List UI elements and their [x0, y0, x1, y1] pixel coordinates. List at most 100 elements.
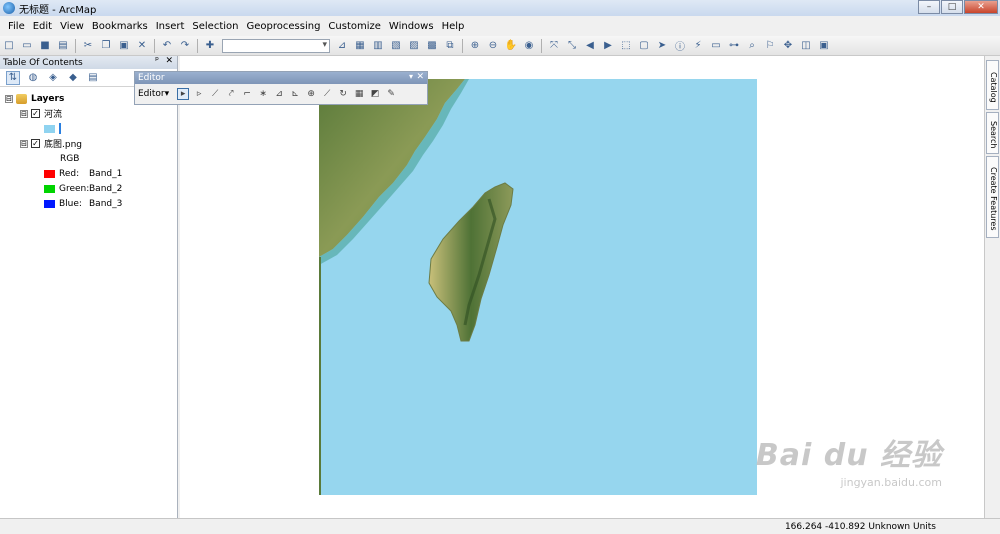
menu-help[interactable]: Help	[442, 21, 465, 32]
identify-icon[interactable]: ⓘ	[673, 39, 687, 53]
straight-segment-icon[interactable]: ⟋	[209, 88, 221, 100]
menu-file[interactable]: File	[8, 21, 25, 32]
editor-toolbar-icon[interactable]: ⊿	[335, 39, 349, 53]
layer-row-river[interactable]: ⊟ ✓ 河流	[0, 106, 177, 121]
map-frame[interactable]	[319, 79, 757, 495]
list-by-visibility-icon[interactable]: ◈	[46, 71, 60, 85]
viewer-window-icon[interactable]: ▣	[817, 39, 831, 53]
find-icon[interactable]: ⌕	[745, 39, 759, 53]
cut-icon[interactable]: ✂	[81, 39, 95, 53]
full-extent-icon[interactable]: ◉	[522, 39, 536, 53]
paste-icon[interactable]: ▣	[117, 39, 131, 53]
arctoolbox-icon[interactable]: ▨	[407, 39, 421, 53]
zoom-out-icon[interactable]: ⊖	[486, 39, 500, 53]
title-bar: 无标题 - ArcMap – □ ✕	[0, 0, 1000, 16]
go-to-xy-icon[interactable]: ✥	[781, 39, 795, 53]
cut-polygons-icon[interactable]: ⊕	[305, 88, 317, 100]
blue-band-swatch	[44, 199, 55, 208]
measure-icon[interactable]: ⊶	[727, 39, 741, 53]
pin-icon[interactable]: ᵖ	[155, 56, 159, 66]
zoom-in-icon[interactable]: ⊕	[468, 39, 482, 53]
collapse-icon[interactable]: ⊟	[20, 139, 28, 148]
save-icon[interactable]: ■	[38, 39, 52, 53]
list-by-drawing-order-icon[interactable]: ⇅	[6, 70, 20, 85]
construction-tools-icon[interactable]: ⌐	[241, 88, 253, 100]
open-icon[interactable]: ▭	[20, 39, 34, 53]
band-channel-label: Green:	[59, 183, 90, 194]
menu-selection[interactable]: Selection	[192, 21, 238, 32]
editor-toolbar[interactable]: Editor ▾ ✕ Editor▾ ▸ ▹ ⟋ ⤤ ⌐ ∗ ⊿ ⊾ ⊕ ⟋ ↻…	[134, 71, 428, 105]
reshape-icon[interactable]: ⊾	[289, 88, 301, 100]
attributes-icon[interactable]: ▦	[353, 88, 365, 100]
add-data-icon[interactable]: ✚	[203, 39, 217, 53]
band-channel-label: Red:	[59, 168, 80, 179]
fixed-zoom-in-icon[interactable]: ⤧	[547, 39, 561, 53]
undo-icon[interactable]: ↶	[160, 39, 174, 53]
find-route-icon[interactable]: ⚐	[763, 39, 777, 53]
select-elements-icon[interactable]: ➤	[655, 39, 669, 53]
layer-visibility-checkbox[interactable]: ✓	[31, 109, 40, 118]
collapse-icon[interactable]: ⊟	[20, 109, 28, 118]
forward-extent-icon[interactable]: ▶	[601, 39, 615, 53]
rotate-icon[interactable]: ↻	[337, 88, 349, 100]
delete-icon[interactable]: ✕	[135, 39, 149, 53]
edit-tool-icon[interactable]: ▸	[177, 88, 190, 100]
catalog-dock-tab[interactable]: Catalog	[986, 60, 999, 110]
toc-close-icon[interactable]: ✕	[165, 56, 173, 66]
editor-close-icon[interactable]: ✕	[416, 72, 424, 82]
point-tool-icon[interactable]: ∗	[257, 88, 269, 100]
create-features-dock-label: Create Features	[989, 167, 998, 231]
html-popup-icon[interactable]: ▭	[709, 39, 723, 53]
editor-toolbar-header[interactable]: Editor ▾ ✕	[135, 72, 427, 84]
menu-customize[interactable]: Customize	[328, 21, 381, 32]
toolbar-options-icon[interactable]: ▾	[409, 72, 413, 81]
map-scale-dropdown[interactable]	[222, 38, 330, 53]
menu-bookmarks[interactable]: Bookmarks	[92, 21, 148, 32]
search-window-icon[interactable]: ▧	[389, 39, 403, 53]
fixed-zoom-out-icon[interactable]: ⤡	[565, 39, 579, 53]
search-dock-tab[interactable]: Search	[986, 112, 999, 154]
layers-icon	[16, 93, 27, 104]
hyperlink-icon[interactable]: ⚡	[691, 39, 705, 53]
menu-windows[interactable]: Windows	[389, 21, 434, 32]
layer-visibility-checkbox[interactable]: ✓	[31, 139, 40, 148]
select-features-icon[interactable]: ⬚	[619, 39, 633, 53]
list-by-selection-icon[interactable]: ◆	[66, 71, 80, 85]
edit-annotation-icon[interactable]: ▹	[193, 88, 205, 100]
model-builder-icon[interactable]: ⧉	[443, 39, 457, 53]
band-row-green: Green: Band_2	[0, 181, 177, 196]
close-button[interactable]: ✕	[964, 0, 998, 14]
editor-menu-button[interactable]: Editor▾	[138, 89, 169, 99]
menu-edit[interactable]: Edit	[33, 21, 52, 32]
layer-row-basemap[interactable]: ⊟ ✓ 底图.png	[0, 136, 177, 151]
python-window-icon[interactable]: ▩	[425, 39, 439, 53]
new-icon[interactable]: □	[2, 39, 16, 53]
end-point-arc-icon[interactable]: ⤤	[225, 88, 237, 100]
clear-selection-icon[interactable]: ▢	[637, 39, 651, 53]
toolbar-separator	[154, 38, 155, 53]
sketch-properties-icon[interactable]: ◩	[369, 88, 381, 100]
pan-icon[interactable]: ✋	[504, 39, 518, 53]
minimize-button[interactable]: –	[918, 0, 940, 14]
menu-insert[interactable]: Insert	[156, 21, 185, 32]
toc-options-icon[interactable]: ▤	[86, 71, 100, 85]
create-features-icon[interactable]: ✎	[385, 88, 397, 100]
back-extent-icon[interactable]: ◀	[583, 39, 597, 53]
time-slider-icon[interactable]: ◫	[799, 39, 813, 53]
cursor-coordinates: 166.264 -410.892 Unknown Units	[784, 521, 936, 532]
toc-window-icon[interactable]: ▦	[353, 39, 367, 53]
catalog-window-icon[interactable]: ▥	[371, 39, 385, 53]
baidu-watermark: Bai du 经验 jingyan.baidu.com	[756, 430, 942, 489]
redo-icon[interactable]: ↷	[178, 39, 192, 53]
create-features-dock-tab[interactable]: Create Features	[986, 156, 999, 238]
menu-view[interactable]: View	[60, 21, 84, 32]
copy-icon[interactable]: ❐	[99, 39, 113, 53]
print-icon[interactable]: ▤	[56, 39, 70, 53]
green-band-swatch	[44, 184, 55, 193]
collapse-icon[interactable]: ⊟	[5, 94, 13, 103]
menu-geoprocessing[interactable]: Geoprocessing	[247, 21, 321, 32]
maximize-button[interactable]: □	[941, 0, 963, 14]
split-icon[interactable]: ⟋	[321, 88, 333, 100]
edit-vertices-icon[interactable]: ⊿	[273, 88, 285, 100]
list-by-source-icon[interactable]: ◍	[26, 71, 40, 85]
